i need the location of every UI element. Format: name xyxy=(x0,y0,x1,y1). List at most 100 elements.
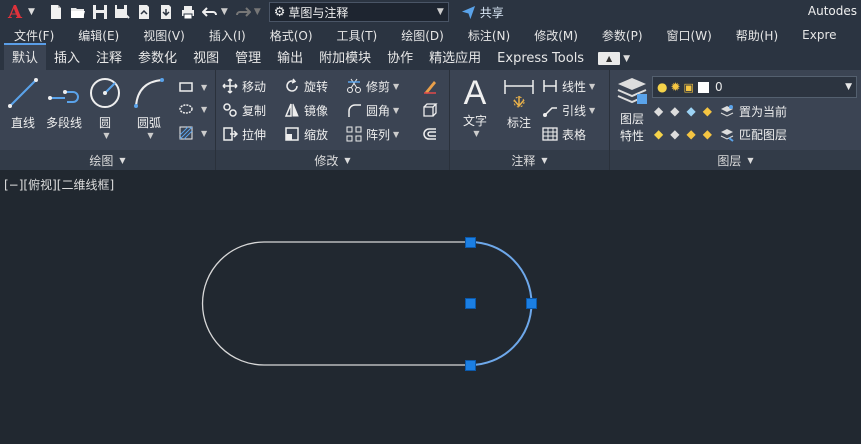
modify-panel-title[interactable]: 修改 ▼ xyxy=(216,150,449,170)
dimension-button[interactable]: 标注 xyxy=(502,76,536,131)
layer-unlock-icon[interactable]: ◆ xyxy=(703,127,712,141)
chevron-down-icon[interactable]: ▼ xyxy=(28,7,35,17)
layer-dropdown[interactable]: ● ✹ ▣ 0 ▼ xyxy=(652,76,857,98)
tab-addins[interactable]: 附加模块 xyxy=(311,44,379,70)
tab-annotate[interactable]: 注释 xyxy=(88,44,130,70)
share-button[interactable]: 共享 xyxy=(461,4,504,21)
layers-panel-title[interactable]: 图层 ▼ xyxy=(610,150,861,170)
linear-dimension-button[interactable]: 线性 ▼ xyxy=(542,75,595,97)
tab-view[interactable]: 视图 xyxy=(185,44,227,70)
ribbon-minimize-button[interactable]: ▲ xyxy=(598,52,621,65)
hatch-button[interactable]: ▼ xyxy=(178,122,207,144)
rotate-button[interactable]: 旋转 xyxy=(284,75,328,97)
slot-outline[interactable] xyxy=(201,241,470,366)
drawing-canvas[interactable]: [−][俯视][二维线框] xyxy=(0,170,861,444)
array-button[interactable]: 阵列 ▼ xyxy=(346,123,399,145)
open-icon[interactable] xyxy=(69,3,87,21)
copy-button[interactable]: 复制 xyxy=(222,99,266,121)
menu-tools[interactable]: 工具(T) xyxy=(337,27,378,44)
table-button[interactable]: 表格 xyxy=(542,123,586,145)
unlock-icon: ▣ xyxy=(683,80,694,94)
tab-collaborate[interactable]: 协作 xyxy=(379,44,421,70)
menu-insert[interactable]: 插入(I) xyxy=(209,27,246,44)
selected-arc[interactable] xyxy=(469,241,533,366)
text-button[interactable]: A 文字 ▼ xyxy=(458,74,492,138)
menu-modify[interactable]: 修改(M) xyxy=(534,27,578,44)
undo-icon[interactable] xyxy=(201,3,219,21)
rectangle-button[interactable]: ▼ xyxy=(178,76,207,98)
circle-button[interactable]: 圆 ▼ xyxy=(88,76,122,140)
menu-file[interactable]: 文件(F) xyxy=(14,27,54,44)
chevron-down-icon[interactable]: ▼ xyxy=(623,54,630,64)
tab-home[interactable]: 默认 xyxy=(4,43,47,70)
trim-button[interactable]: 修剪 ▼ xyxy=(346,75,399,97)
grip-center[interactable] xyxy=(465,298,476,309)
move-button[interactable]: 移动 xyxy=(222,75,266,97)
chevron-down-icon[interactable]: ▼ xyxy=(147,131,153,140)
layer-off-icon[interactable]: ◆ xyxy=(654,104,663,118)
stretch-button[interactable]: 拉伸 xyxy=(222,123,266,145)
layer-on-icon[interactable]: ◆ xyxy=(654,127,663,141)
menu-express[interactable]: Expre xyxy=(802,28,836,42)
ellipse-button[interactable]: ▼ xyxy=(178,98,207,120)
workspace-switcher[interactable]: ⚙ 草图与注释 ▼ xyxy=(268,2,449,22)
menu-window[interactable]: 窗口(W) xyxy=(667,27,712,44)
set-current-button[interactable]: 置为当前 xyxy=(739,103,787,120)
layer-stack-icon xyxy=(617,78,647,104)
arc-button[interactable]: 圆弧 ▼ xyxy=(132,76,166,140)
grip-midpoint[interactable] xyxy=(526,298,537,309)
offset-button[interactable] xyxy=(422,123,442,145)
menu-parameters[interactable]: 参数(P) xyxy=(602,27,643,44)
polyline-button[interactable]: 多段线 xyxy=(44,76,84,131)
move-icon xyxy=(222,78,238,94)
eraser-icon xyxy=(424,81,436,94)
title-bar: A ▼ ▼ ▼ ⚙ 草图与注释 ▼ 共享 Autodes xyxy=(0,0,861,24)
layer-properties-button[interactable]: 图层 特性 xyxy=(612,74,652,144)
layer-freeze-icon[interactable]: ◆ xyxy=(686,104,695,118)
application-menu-button[interactable]: A xyxy=(4,1,26,23)
open-web-icon[interactable] xyxy=(135,3,153,21)
fillet-button[interactable]: 圆角 ▼ xyxy=(346,99,399,121)
menu-bar: 文件(F) 编辑(E) 视图(V) 插入(I) 格式(O) 工具(T) 绘图(D… xyxy=(0,24,861,46)
redo-icon[interactable] xyxy=(234,3,252,21)
match-layer-icon xyxy=(720,129,734,142)
tab-manage[interactable]: 管理 xyxy=(227,44,269,70)
save-icon[interactable] xyxy=(91,3,109,21)
draw-panel-title[interactable]: 绘图 ▼ xyxy=(0,150,215,170)
menu-view[interactable]: 视图(V) xyxy=(143,27,185,44)
tab-insert[interactable]: 插入 xyxy=(46,44,88,70)
menu-edit[interactable]: 编辑(E) xyxy=(78,27,119,44)
layer-unisolate-icon[interactable]: ◆ xyxy=(670,127,679,141)
new-icon[interactable] xyxy=(47,3,65,21)
grip-top[interactable] xyxy=(465,237,476,248)
chevron-down-icon[interactable]: ▼ xyxy=(221,7,228,17)
hatch-icon xyxy=(179,126,193,140)
match-layer-button[interactable]: 匹配图层 xyxy=(739,126,787,143)
chevron-down-icon[interactable]: ▼ xyxy=(473,129,479,138)
tab-featured-apps[interactable]: 精选应用 xyxy=(421,44,489,70)
tab-output[interactable]: 输出 xyxy=(269,44,311,70)
tab-express-tools[interactable]: Express Tools xyxy=(489,48,592,70)
layer-lock-icon[interactable]: ◆ xyxy=(703,104,712,118)
mirror-button[interactable]: 镜像 xyxy=(284,99,328,121)
menu-help[interactable]: 帮助(H) xyxy=(736,27,778,44)
line-button[interactable]: 直线 xyxy=(6,76,40,131)
menu-format[interactable]: 格式(O) xyxy=(270,27,313,44)
chevron-down-icon[interactable]: ▼ xyxy=(103,131,109,140)
layer-thaw-icon[interactable]: ◆ xyxy=(686,127,695,141)
menu-draw[interactable]: 绘图(D) xyxy=(401,27,444,44)
menu-dimension[interactable]: 标注(N) xyxy=(468,27,510,44)
arc-icon xyxy=(134,78,164,108)
tab-parametric[interactable]: 参数化 xyxy=(130,44,185,70)
save-web-icon[interactable] xyxy=(157,3,175,21)
annotation-panel-title[interactable]: 注释 ▼ xyxy=(450,150,609,170)
chevron-down-icon[interactable]: ▼ xyxy=(254,7,261,17)
erase-button[interactable] xyxy=(422,75,442,97)
leader-button[interactable]: 引线 ▼ xyxy=(542,99,595,121)
scale-button[interactable]: 缩放 xyxy=(284,123,328,145)
plot-icon[interactable] xyxy=(179,3,197,21)
layer-isolate-icon[interactable]: ◆ xyxy=(670,104,679,118)
save-as-icon[interactable] xyxy=(113,3,131,21)
grip-bottom[interactable] xyxy=(465,360,476,371)
solid-edit-button[interactable] xyxy=(422,99,442,121)
